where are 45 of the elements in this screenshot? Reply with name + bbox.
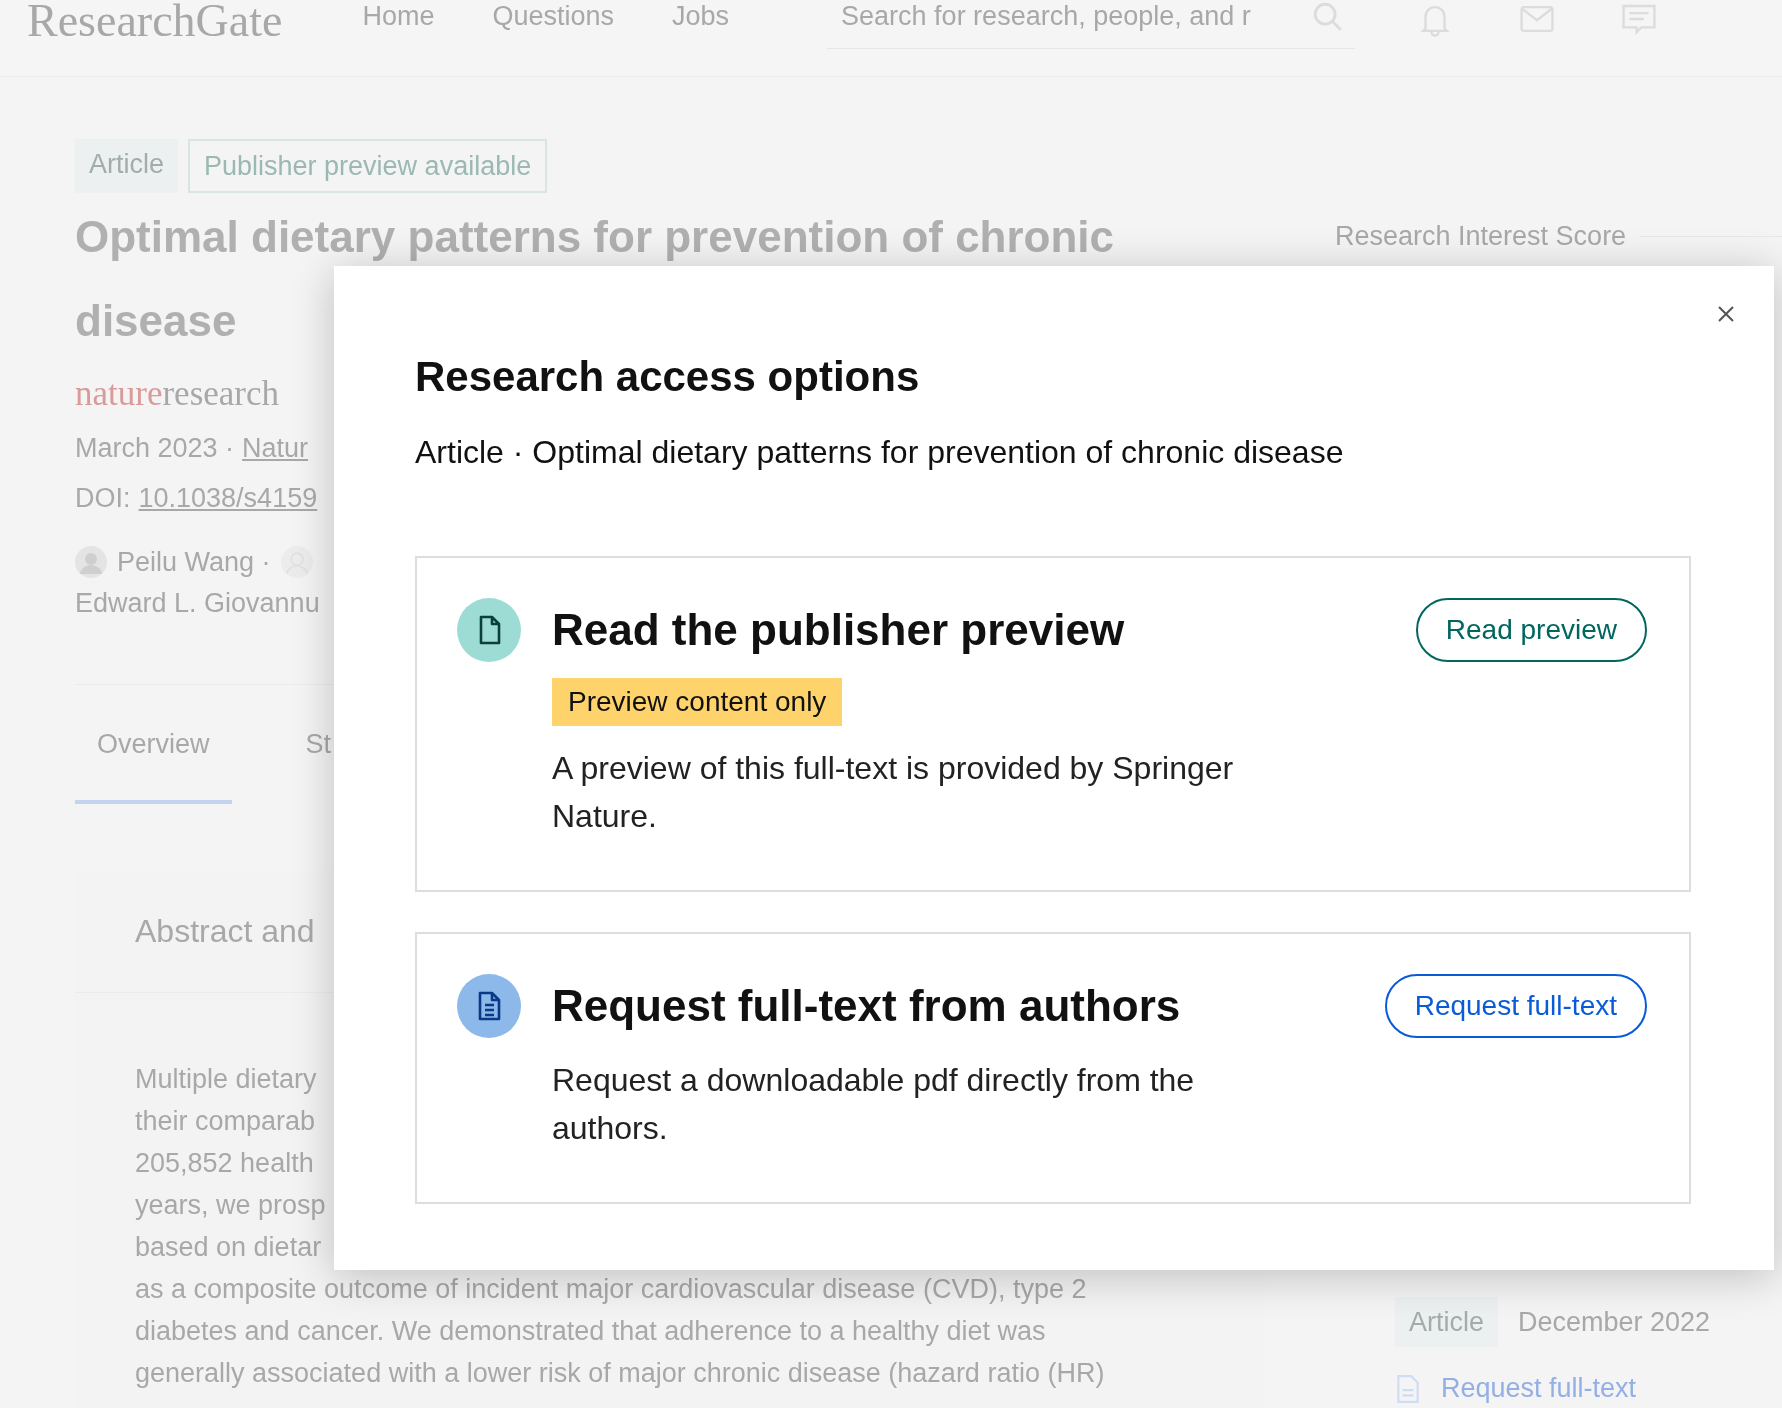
author-name[interactable]: Edward L. Giovannu [75, 588, 320, 620]
journal-link[interactable]: Natur [242, 433, 309, 465]
article-tag: Publisher preview available [188, 139, 548, 194]
nav-link[interactable]: Home [362, 0, 435, 33]
avatar [75, 546, 107, 579]
document-icon [457, 598, 521, 662]
option-description: A preview of this full-text is provided by Springer Nature. [552, 749, 1235, 836]
document-icon [457, 974, 521, 1038]
request-link[interactable]: Request full-text [1441, 1373, 1637, 1405]
abstract-text: Multiple dietary [135, 1063, 317, 1097]
abstract-text: 205,852 health [135, 1147, 314, 1181]
publication-date: March 2023 · [75, 433, 235, 465]
nav-link[interactable]: Jobs [672, 0, 730, 33]
tab[interactable]: Overview [75, 729, 232, 805]
read-preview-button[interactable]: Read preview [1415, 598, 1647, 662]
doi-link[interactable]: 10.1038/s4159 [138, 483, 318, 515]
section-heading: Abstract and [135, 913, 315, 950]
request-button[interactable]: Request full-text [1384, 974, 1647, 1038]
section-heading: Research Interest Score [1335, 221, 1627, 252]
nav-link[interactable]: Questions [492, 0, 614, 33]
avatar [280, 546, 313, 579]
abstract-text: based on dietar [135, 1231, 322, 1265]
dialog-subtitle: Article · Optimal dietary patterns for prevention of chronic disease [415, 433, 1345, 473]
option-description: Request a downloadable pdf directly from the authors. [552, 1061, 1196, 1148]
author-name[interactable]: Peilu Wang · [117, 546, 271, 578]
abstract-text: generally associated with a lower risk of major chronic disease (hazard ratio (HR) [135, 1357, 1105, 1391]
option-heading: Request full-text from authors [552, 980, 1181, 1032]
close-icon[interactable] [1716, 304, 1736, 324]
article-tag: Article [1395, 1297, 1498, 1348]
publisher-logo: natureresearch [75, 374, 280, 415]
article-tag: Article [75, 139, 178, 194]
dialog-title: Research access options [415, 352, 921, 402]
doi-label: DOI: [75, 483, 131, 515]
abstract-text: years, we prosp [135, 1189, 326, 1223]
notice-label: Preview content only [552, 678, 843, 726]
search-field[interactable]: Search for research, people, and r [827, 0, 1356, 49]
article-title: Optimal dietary patterns for prevention of chronic [75, 211, 1115, 264]
site-logo[interactable]: ResearchGate [27, 0, 283, 47]
option-heading: Read the publisher preview [552, 604, 1125, 656]
abstract-text: as a composite outcome of incident major cardiovascular disease (CVD), type 2 [135, 1273, 1087, 1307]
article-title: disease [75, 295, 237, 348]
document-icon [1395, 1373, 1421, 1404]
abstract-text: their comparab [135, 1105, 316, 1139]
abstract-text: diabetes and cancer. We demonstrated that adherence to a healthy diet was [135, 1315, 1046, 1349]
publication-date: December 2022 [1518, 1306, 1711, 1338]
